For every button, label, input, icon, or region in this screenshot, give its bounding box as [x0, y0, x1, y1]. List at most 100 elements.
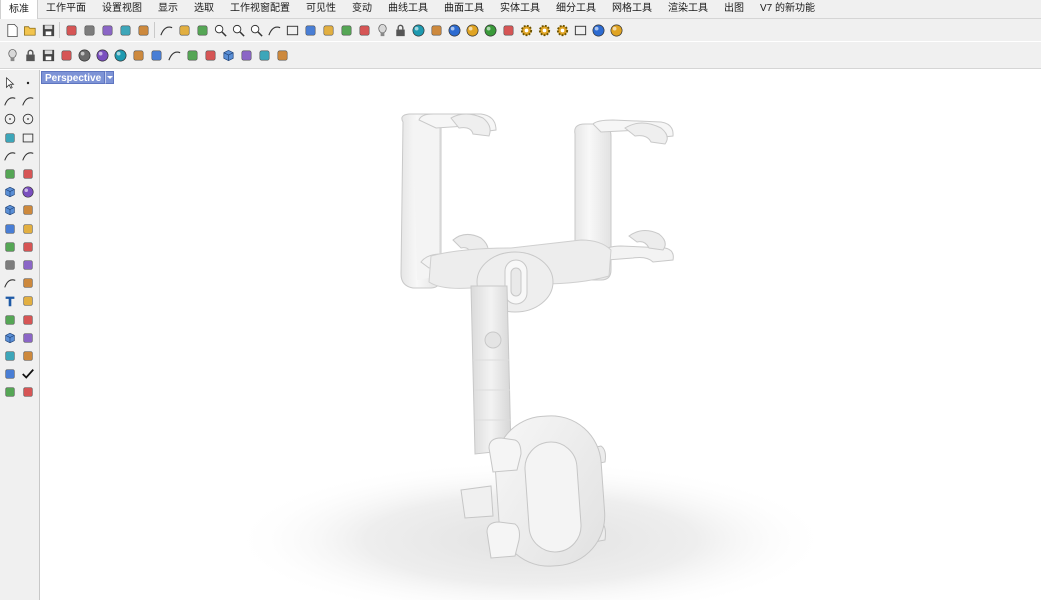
mirror-icon[interactable]: [19, 311, 37, 329]
explode-icon[interactable]: [19, 220, 37, 238]
light-bulb-icon[interactable]: [373, 21, 391, 39]
rectangle-icon[interactable]: [19, 129, 37, 147]
pan-icon[interactable]: [175, 21, 193, 39]
bucket-icon[interactable]: [1, 256, 19, 274]
tab-13[interactable]: 渲染工具: [660, 0, 716, 18]
polyline-icon[interactable]: [1, 92, 19, 110]
four-viewports-icon[interactable]: [283, 21, 301, 39]
box-edit-icon[interactable]: [219, 46, 237, 64]
rotate-view-icon[interactable]: [193, 21, 211, 39]
point-icon[interactable]: [19, 74, 37, 92]
select-icon[interactable]: [355, 21, 373, 39]
snap-icon[interactable]: [19, 347, 37, 365]
text-icon[interactable]: [1, 292, 19, 310]
viewport-menu-caret-icon[interactable]: [105, 71, 115, 84]
gumball-icon[interactable]: [499, 21, 517, 39]
layout-icon[interactable]: [571, 21, 589, 39]
offset-icon[interactable]: [19, 274, 37, 292]
zoom-window-icon[interactable]: [229, 21, 247, 39]
mesh-box-icon[interactable]: [1, 329, 19, 347]
polygon-icon[interactable]: [1, 129, 19, 147]
tab-8[interactable]: 曲线工具: [380, 0, 436, 18]
save-icon[interactable]: [39, 21, 57, 39]
curve-tool-icon[interactable]: [1, 274, 19, 292]
dimension-icon[interactable]: [273, 46, 291, 64]
open-icon[interactable]: [21, 21, 39, 39]
circle-icon[interactable]: [1, 110, 19, 128]
sphere-icon[interactable]: [463, 21, 481, 39]
globe-icon[interactable]: [589, 21, 607, 39]
cplane-icon[interactable]: [201, 46, 219, 64]
tab-0[interactable]: 标准: [0, 0, 38, 19]
array-icon[interactable]: [1, 311, 19, 329]
transform-icon[interactable]: [129, 46, 147, 64]
ruler-icon[interactable]: [19, 329, 37, 347]
fillet-curve-icon[interactable]: [19, 147, 37, 165]
blue-sphere-icon[interactable]: [481, 21, 499, 39]
copy-icon[interactable]: [116, 21, 134, 39]
cut-icon[interactable]: [98, 21, 116, 39]
tab-12[interactable]: 网格工具: [604, 0, 660, 18]
tab-7[interactable]: 变动: [344, 0, 380, 18]
arc-icon[interactable]: [1, 147, 19, 165]
car-icon[interactable]: [301, 21, 319, 39]
lock-icon[interactable]: [21, 46, 39, 64]
rendered-sphere-icon[interactable]: [93, 46, 111, 64]
arrows-icon[interactable]: [147, 46, 165, 64]
light-bulb-icon[interactable]: [3, 46, 21, 64]
shaded-sphere-icon[interactable]: [75, 46, 93, 64]
show-icon[interactable]: [337, 21, 355, 39]
revolve-icon[interactable]: [19, 165, 37, 183]
tab-4[interactable]: 选取: [186, 0, 222, 18]
sphere-solid-icon[interactable]: [19, 183, 37, 201]
tab-1[interactable]: 工作平面: [38, 0, 94, 18]
paste-icon[interactable]: [134, 21, 152, 39]
tab-2[interactable]: 设置视图: [94, 0, 150, 18]
save-small-icon[interactable]: [39, 46, 57, 64]
cylinder-icon[interactable]: [1, 201, 19, 219]
zoom-extents-icon[interactable]: [247, 21, 265, 39]
tab-14[interactable]: 出图: [716, 0, 752, 18]
tab-10[interactable]: 实体工具: [492, 0, 548, 18]
color-circle-icon[interactable]: [111, 46, 129, 64]
curve-cp-icon[interactable]: [19, 92, 37, 110]
tab-11[interactable]: 细分工具: [548, 0, 604, 18]
tab-6[interactable]: 可见性: [298, 0, 344, 18]
gear-icon[interactable]: [517, 21, 535, 39]
blend-icon[interactable]: [183, 46, 201, 64]
grid-array-icon[interactable]: [1, 347, 19, 365]
tab-15[interactable]: V7 的新功能: [752, 0, 823, 18]
new-icon[interactable]: [3, 21, 21, 39]
shade-icon[interactable]: [427, 21, 445, 39]
ellipse-icon[interactable]: [19, 110, 37, 128]
bounding-icon[interactable]: [57, 46, 75, 64]
split-icon[interactable]: [19, 238, 37, 256]
paint-icon[interactable]: [19, 383, 37, 401]
analyze-icon[interactable]: [1, 365, 19, 383]
eraser-icon[interactable]: [255, 46, 273, 64]
render-sphere-icon[interactable]: [445, 21, 463, 39]
lock-icon[interactable]: [391, 21, 409, 39]
zoom-icon[interactable]: [211, 21, 229, 39]
boolean-icon[interactable]: [1, 220, 19, 238]
hide-icon[interactable]: [319, 21, 337, 39]
tab-9[interactable]: 曲面工具: [436, 0, 492, 18]
group-icon[interactable]: [19, 256, 37, 274]
color-wheel-icon[interactable]: [409, 21, 427, 39]
viewport-title[interactable]: Perspective: [41, 71, 106, 84]
gear-yellow-icon[interactable]: [535, 21, 553, 39]
import-icon[interactable]: [80, 21, 98, 39]
viewport-title-tab[interactable]: Perspective: [41, 71, 115, 84]
perspective-viewport[interactable]: Perspective: [41, 70, 1041, 600]
tab-3[interactable]: 显示: [150, 0, 186, 18]
select-arrow-icon[interactable]: [1, 74, 19, 92]
undo-view-icon[interactable]: [265, 21, 283, 39]
surface-icon[interactable]: [1, 165, 19, 183]
tab-5[interactable]: 工作视窗配置: [222, 0, 298, 18]
trim-icon[interactable]: [1, 238, 19, 256]
curve-icon[interactable]: [165, 46, 183, 64]
undo-icon[interactable]: [157, 21, 175, 39]
dimension-icon[interactable]: [19, 292, 37, 310]
extrude-icon[interactable]: [19, 201, 37, 219]
print-icon[interactable]: [62, 21, 80, 39]
